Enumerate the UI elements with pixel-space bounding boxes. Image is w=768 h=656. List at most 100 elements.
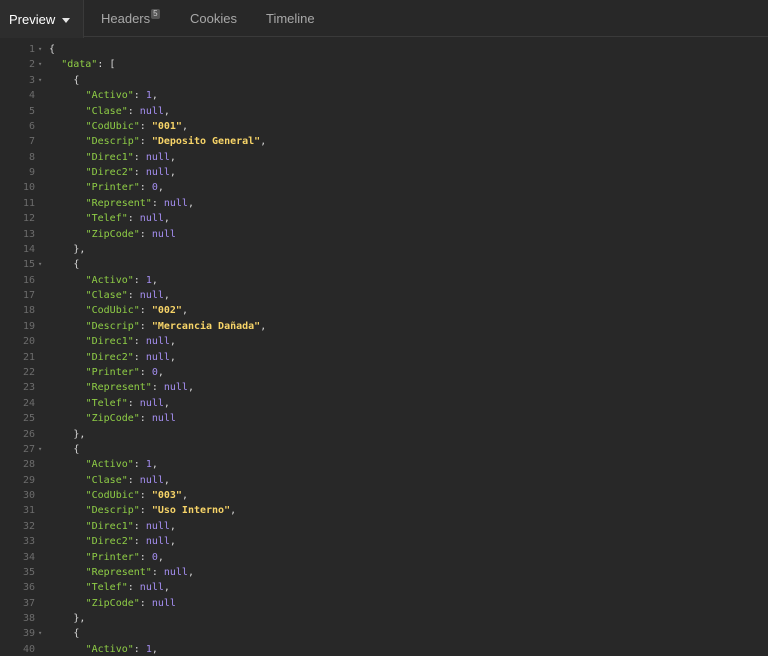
code-text: { xyxy=(73,442,79,457)
code-text: }, xyxy=(73,611,85,626)
code-text: "Direc2": null, xyxy=(86,165,176,180)
code-text: "Telef": null, xyxy=(86,211,170,226)
code-text: { xyxy=(73,257,79,272)
json-punctuation: : xyxy=(139,120,152,132)
code-text: "ZipCode": null xyxy=(86,411,176,426)
line-number: 40 xyxy=(22,643,35,655)
json-punctuation: : xyxy=(133,520,146,532)
json-punctuation: , xyxy=(230,505,237,517)
line-number: 12 xyxy=(22,213,35,225)
json-punctuation: { xyxy=(49,44,56,55)
json-punctuation: : xyxy=(139,505,152,517)
fold-arrow-icon[interactable]: ▾ xyxy=(38,626,42,641)
code-line: 10 "Printer": 0, xyxy=(0,180,768,195)
caret-down-icon[interactable] xyxy=(62,17,71,23)
json-value: null xyxy=(145,351,170,363)
json-key: "ZipCode" xyxy=(85,597,140,609)
code-line: 5 "Clase": null, xyxy=(0,104,768,119)
json-string: "001" xyxy=(151,120,182,132)
json-key: "Direc1" xyxy=(85,151,134,163)
line-number: 15 xyxy=(22,259,35,271)
headers-count-badge: 5 xyxy=(151,8,160,19)
code-line: 16 "Activo": 1, xyxy=(0,273,768,288)
tab-timeline[interactable]: Timeline xyxy=(266,0,315,37)
line-number: 35 xyxy=(22,566,35,578)
json-value: null xyxy=(163,382,188,394)
fold-arrow-icon[interactable]: ▾ xyxy=(38,42,42,57)
code-line: 19 "Descrip": "Mercancia Dañada", xyxy=(0,319,768,334)
json-punctuation: : xyxy=(133,151,146,163)
json-key: "Represent" xyxy=(85,566,152,578)
code-line: 11 "Represent": null, xyxy=(0,196,768,211)
code-line: 22 "Printer": 0, xyxy=(0,365,768,380)
json-key: "Clase" xyxy=(85,290,128,302)
tab-headers[interactable]: Headers 5 xyxy=(101,0,160,37)
line-number: 19 xyxy=(22,320,35,332)
json-key: "Telef" xyxy=(85,397,128,409)
code-line: 15 ▾ { xyxy=(0,257,768,272)
tab-preview[interactable]: Preview xyxy=(0,0,84,38)
tab-timeline-label: Timeline xyxy=(266,11,315,26)
json-punctuation: }, xyxy=(73,613,86,625)
json-key: "Printer" xyxy=(85,182,140,194)
line-number: 37 xyxy=(22,597,35,609)
json-punctuation: : xyxy=(127,397,140,409)
json-punctuation: , xyxy=(151,643,158,655)
code-text: "Direc1": null, xyxy=(86,334,176,349)
line-number: 24 xyxy=(22,397,35,409)
json-value: null xyxy=(139,105,164,117)
code-text: "CodUbic": "003", xyxy=(86,488,188,503)
tab-cookies-label: Cookies xyxy=(190,11,237,26)
code-line: 36 "Telef": null, xyxy=(0,580,768,595)
json-punctuation: { xyxy=(73,259,80,271)
json-punctuation: : xyxy=(139,490,152,502)
code-text: { xyxy=(49,42,55,57)
json-punctuation: : xyxy=(139,366,152,378)
code-text: "Telef": null, xyxy=(86,396,170,411)
json-punctuation: , xyxy=(187,197,194,209)
code-text: "data": [ xyxy=(61,57,115,72)
json-punctuation: , xyxy=(169,151,176,163)
tab-cookies[interactable]: Cookies xyxy=(190,0,237,37)
code-line: 26}, xyxy=(0,427,768,442)
code-line: 35 "Represent": null, xyxy=(0,565,768,580)
code-line: 31 "Descrip": "Uso Interno", xyxy=(0,503,768,518)
line-number: 5 xyxy=(28,105,35,117)
fold-arrow-icon[interactable]: ▾ xyxy=(38,257,42,272)
json-key: "Activo" xyxy=(85,643,134,655)
fold-arrow-icon[interactable]: ▾ xyxy=(38,57,42,72)
json-punctuation: , xyxy=(163,397,170,409)
json-punctuation: , xyxy=(151,90,158,102)
json-punctuation: : xyxy=(133,274,146,286)
json-key: "Descrip" xyxy=(85,320,140,332)
json-punctuation: , xyxy=(169,536,176,548)
line-number: 31 xyxy=(22,505,35,517)
line-number: 17 xyxy=(22,290,35,302)
code-text: "Activo": 1, xyxy=(86,273,158,288)
code-text: "Represent": null, xyxy=(86,565,194,580)
json-key: "Telef" xyxy=(85,582,128,594)
json-punctuation: { xyxy=(73,74,80,86)
json-value: null xyxy=(145,536,170,548)
json-key: "Direc1" xyxy=(85,336,134,348)
json-key: "Activo" xyxy=(85,459,134,471)
json-punctuation: , xyxy=(157,182,164,194)
code-text: "Printer": 0, xyxy=(86,180,164,195)
code-line: 40 "Activo": 1, xyxy=(0,642,768,656)
json-key: "Printer" xyxy=(85,551,140,563)
code-line: 18 "CodUbic": "002", xyxy=(0,303,768,318)
code-text: "Clase": null, xyxy=(86,288,170,303)
fold-arrow-icon[interactable]: ▾ xyxy=(38,73,42,88)
json-key: "Represent" xyxy=(85,197,152,209)
json-punctuation: , xyxy=(169,167,176,179)
json-punctuation: { xyxy=(73,443,80,455)
code-line: 32 "Direc1": null, xyxy=(0,519,768,534)
json-value: null xyxy=(139,397,164,409)
json-preview-editor[interactable]: 1 ▾{2 ▾ "data": [3 ▾{4 "Activo": 1, 5 "Clase": … xyxy=(0,38,768,656)
code-line: 1 ▾ { xyxy=(0,42,768,57)
json-key: "Direc1" xyxy=(85,520,134,532)
line-number: 20 xyxy=(22,336,35,348)
json-key: "Activo" xyxy=(85,274,134,286)
code-text: }, xyxy=(73,242,85,257)
fold-arrow-icon[interactable]: ▾ xyxy=(38,442,42,457)
